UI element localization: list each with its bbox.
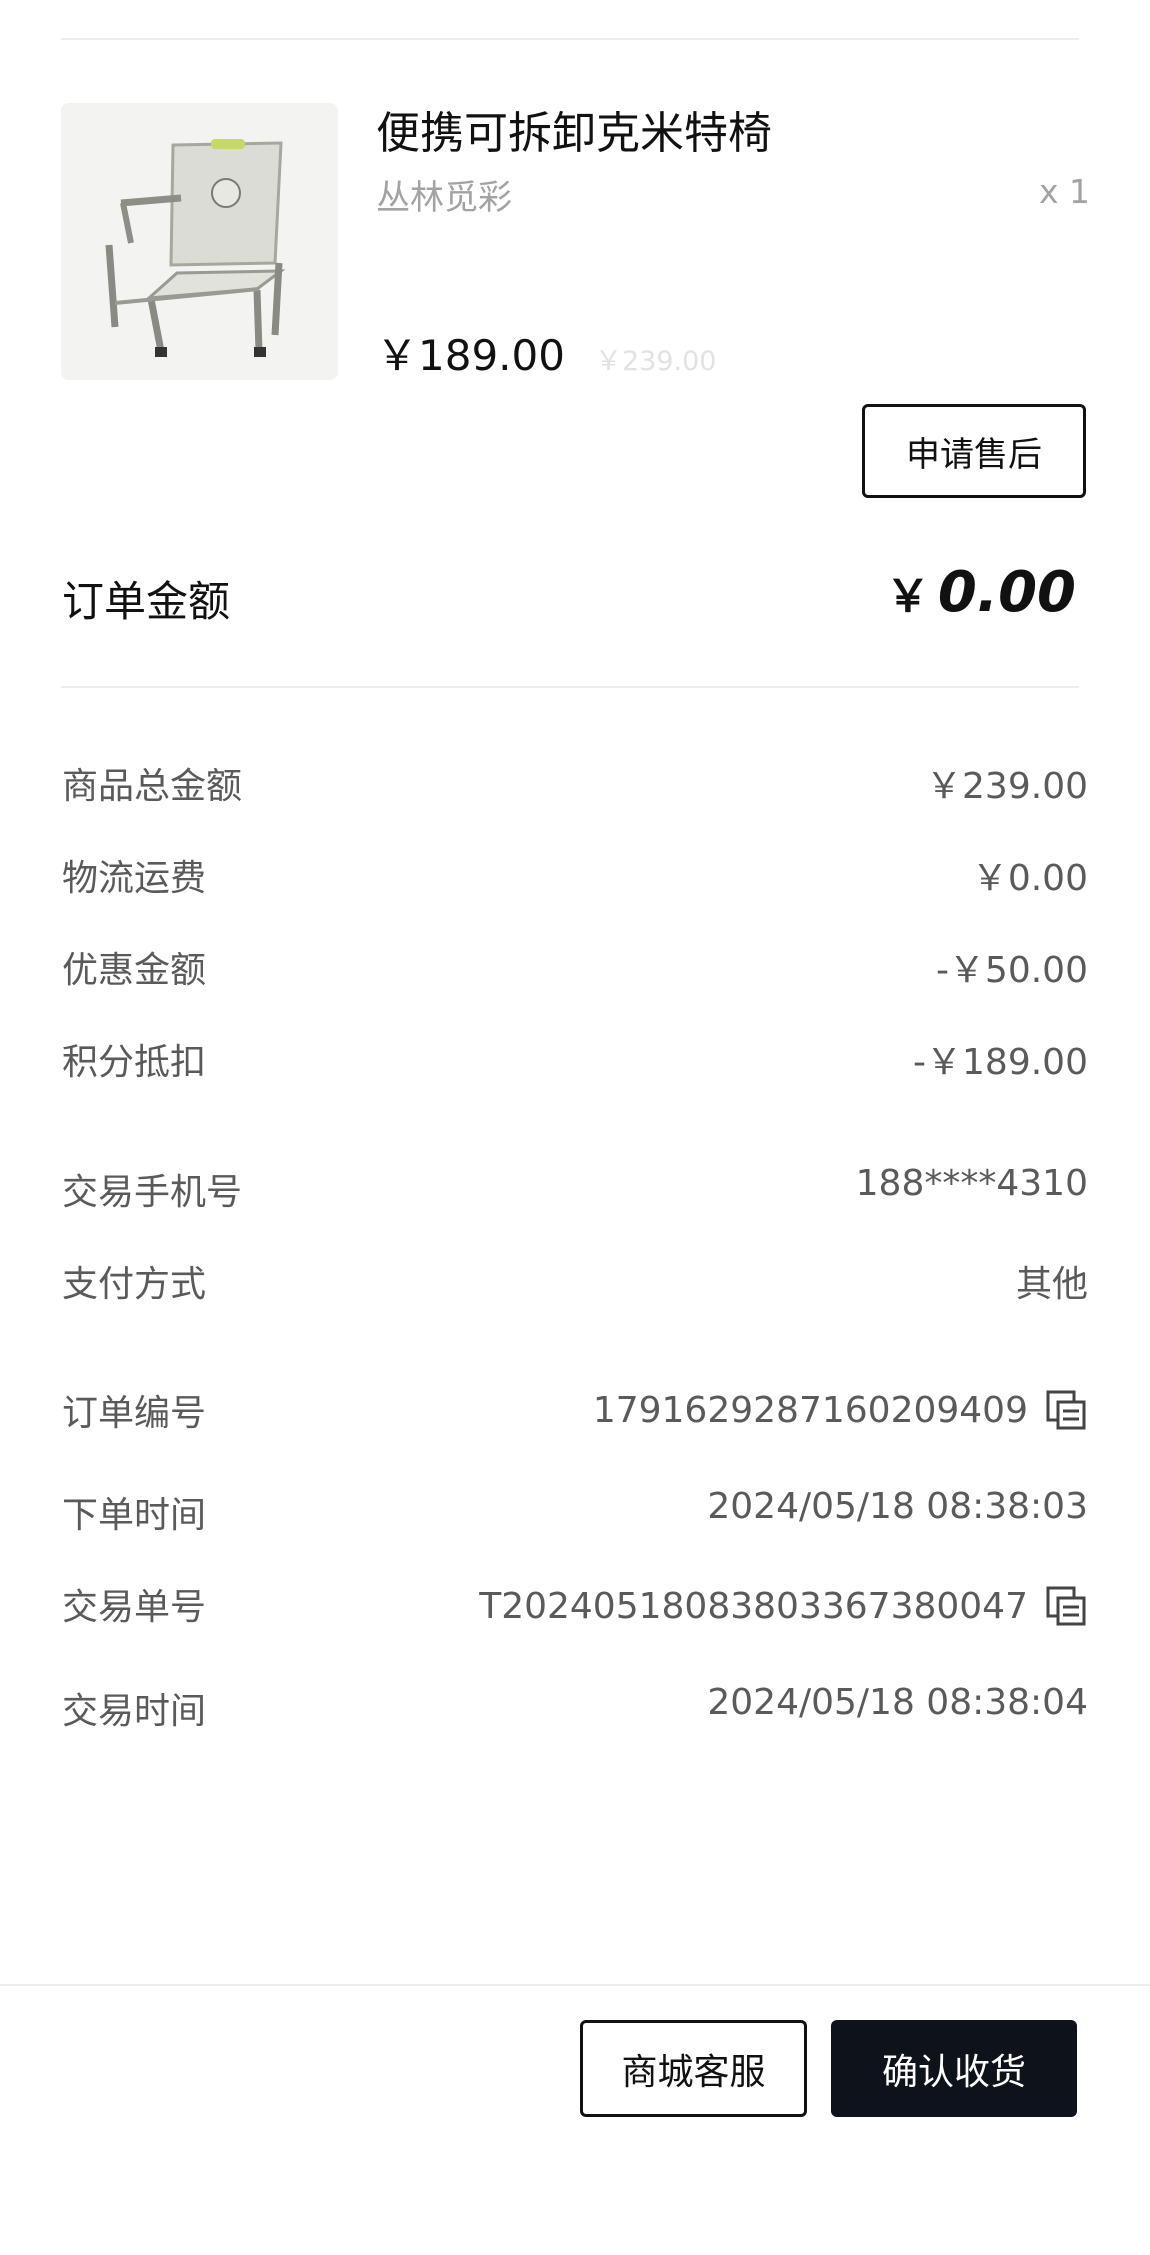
order-number-value: 1791629287160209409 xyxy=(593,1388,1088,1432)
price-original: ￥239.00 xyxy=(594,346,717,377)
transaction-number-text: T2024051808380336738004​7 xyxy=(479,1585,1028,1627)
copy-icon[interactable] xyxy=(1044,1584,1088,1628)
order-number-label: 订单编号 xyxy=(62,1393,207,1434)
order-total-label: 订单金额 xyxy=(62,577,231,626)
camping-chair-image xyxy=(61,103,338,380)
customer-service-button[interactable]: 商城客服 xyxy=(580,2020,807,2117)
order-time-label: 下单时间 xyxy=(62,1495,207,1536)
shipping-fee-value: ￥0.00 xyxy=(971,858,1088,899)
discount-value: -￥50.00 xyxy=(935,950,1088,991)
order-total-amount: 0.00 xyxy=(937,560,1076,625)
transaction-time-label: 交易时间 xyxy=(62,1691,207,1732)
top-divider xyxy=(61,38,1079,40)
goods-total-value: ￥239.00 xyxy=(926,766,1088,807)
points-deduction-label: 积分抵扣 xyxy=(62,1042,207,1083)
confirm-receipt-button[interactable]: 确认收货 xyxy=(831,2020,1077,2117)
product-quantity: x 1 xyxy=(1038,172,1090,211)
transaction-time-value: 2024/05/18 08:38:04 xyxy=(707,1682,1088,1723)
discount-label: 优惠金额 xyxy=(62,950,207,991)
product-brand: 丛林觅彩 xyxy=(376,178,512,218)
price-current: ￥189.00 xyxy=(376,331,565,380)
order-total-currency: ￥ xyxy=(885,571,930,622)
order-number-text: 1791629287160209409 xyxy=(592,1389,1028,1431)
points-deduction-value: -￥189.00 xyxy=(913,1042,1088,1083)
shipping-fee-label: 物流运费 xyxy=(62,858,207,899)
payment-method-value: 其他 xyxy=(1015,1264,1088,1305)
product-title[interactable]: 便携可拆卸克米特椅 xyxy=(376,97,772,161)
copy-icon[interactable] xyxy=(1044,1388,1088,1432)
transaction-number-label: 交易单号 xyxy=(62,1587,207,1628)
section-divider xyxy=(61,686,1079,688)
after-sale-button[interactable]: 申请售后 xyxy=(862,404,1086,498)
transaction-number-value: T2024051808380336738004​7 xyxy=(479,1584,1088,1628)
product-image[interactable] xyxy=(61,103,338,380)
order-time-value: 2024/05/18 08:38:03 xyxy=(707,1486,1088,1527)
bottom-bar-divider xyxy=(0,1984,1150,1986)
order-total-value: ￥ 0.00 xyxy=(886,560,1076,625)
goods-total-label: 商品总金额 xyxy=(62,766,243,807)
payment-method-label: 支付方式 xyxy=(62,1264,207,1305)
phone-value: 188****4310 xyxy=(855,1163,1088,1204)
price-row: ￥189.00 ￥239.00 xyxy=(376,322,716,383)
phone-label: 交易手机号 xyxy=(62,1172,243,1213)
